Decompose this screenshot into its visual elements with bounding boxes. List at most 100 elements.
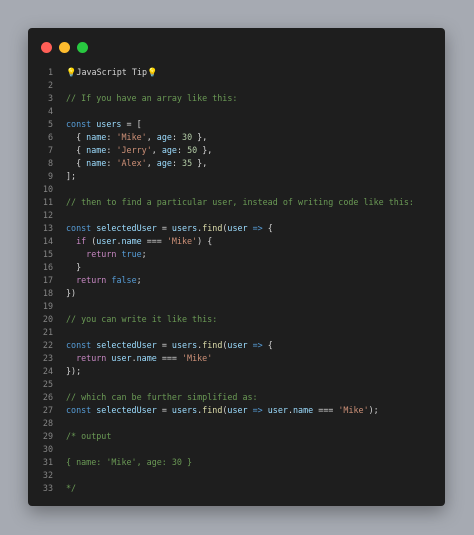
code-token: name [86,132,107,142]
code-token: ) { [197,236,213,246]
line-source: */ [66,482,76,495]
code-line: 32 [28,469,445,482]
code-line: 24}); [28,365,445,378]
code-token: }); [66,366,82,376]
code-line: 10 [28,183,445,196]
code-token: ); [368,405,379,415]
code-line: 9]; [28,170,445,183]
code-token: }) [66,288,77,298]
code-token: 'Alex' [116,158,147,168]
line-number: 6 [47,132,53,142]
maximize-button[interactable] [77,42,88,53]
code-token: = [156,340,172,350]
code-line: 21 [28,326,445,339]
line-number: 33 [42,483,53,493]
code-line: 26 // which can be further simplified as: [28,391,445,404]
code-line: 19 [28,300,445,313]
line-source: { name: 'Alex', age: 35 }, [66,157,207,170]
line-source: return user.name === 'Mike' [66,352,212,365]
code-token: // If you have an array like this: [66,93,238,103]
code-line: 22 const selectedUser = users.find(user =… [28,339,445,352]
line-source: const selectedUser = users.find(user => … [66,339,273,352]
code-token: => [252,340,263,350]
line-number: 9 [47,171,53,181]
code-token: user [267,405,288,415]
line-number: 4 [47,106,53,116]
code-line: 15 return true; [28,248,445,261]
code-token: 'Jerry' [116,145,152,155]
line-source: // then to find a particular user, inste… [66,196,414,209]
code-token: === [313,405,339,415]
code-token: { [262,223,273,233]
line-number: 8 [47,158,53,168]
line-number: 21 [42,327,53,337]
code-token: 💡JavaScript Tip💡 [66,67,158,77]
code-token: { [262,340,273,350]
code-token: => [252,405,263,415]
code-token: => [252,223,263,233]
code-token: return [76,275,107,285]
code-line: 23 return user.name === 'Mike' [28,352,445,365]
code-token: const [66,119,92,129]
minimize-button[interactable] [59,42,70,53]
line-source: }) [66,287,76,300]
code-line: 12 [28,209,445,222]
code-line: 5 const users = [ [28,118,445,131]
code-token: selectedUser [96,223,157,233]
code-token: : [106,132,117,142]
code-token: = [156,405,172,415]
code-token: : [171,132,183,142]
line-number: 2 [47,80,53,90]
line-number: 14 [42,236,53,246]
line-number: 3 [47,93,53,103]
line-number: 27 [42,405,53,415]
line-number: 1 [47,67,53,77]
code-token: age [156,158,172,168]
code-token: /* output [66,431,112,441]
code-line: 3 // If you have an array like this: [28,92,445,105]
line-number: 29 [42,431,53,441]
line-number: 19 [42,301,53,311]
code-editor[interactable]: 1 💡JavaScript Tip💡 2 3// If you have an arr… [28,66,445,495]
code-line: 31 { name: 'Mike', age: 30 } [28,456,445,469]
line-number: 11 [42,197,53,207]
code-token: ( [86,236,97,246]
code-token: selectedUser [96,340,157,350]
line-source: { name: 'Jerry', age: 50 }, [66,144,212,157]
close-button[interactable] [41,42,52,53]
code-token: : [176,145,188,155]
code-line: 1 💡JavaScript Tip💡 [28,66,445,79]
line-number: 16 [42,262,53,272]
code-line: 28 [28,417,445,430]
code-token: const [66,340,92,350]
line-source: ]; [66,170,76,183]
code-token: }, [197,145,213,155]
line-source: return false; [66,274,142,287]
code-token: // then to find a particular user, inste… [66,197,414,207]
code-token: false [111,275,137,285]
code-token: === [141,236,167,246]
line-source: return true; [66,248,147,261]
code-token: user [227,223,248,233]
code-window: 1 💡JavaScript Tip💡 2 3// If you have an arr… [28,28,445,506]
line-number: 26 [42,392,53,402]
line-number: 17 [42,275,53,285]
line-number: 23 [42,353,53,363]
code-line: 14 if (user.name === 'Mike') { [28,235,445,248]
line-number: 22 [42,340,53,350]
line-number: 5 [47,119,53,129]
code-token: : [106,158,117,168]
code-token: name [136,353,157,363]
code-token: 35 [182,158,193,168]
code-token: // which can be further simplified as: [66,392,258,402]
line-number: 12 [42,210,53,220]
code-token: 50 [187,145,198,155]
code-token: name [86,158,107,168]
code-token: }, [192,158,208,168]
code-token: user [111,353,132,363]
code-line: 17 return false; [28,274,445,287]
line-number: 18 [42,288,53,298]
code-line: 4 [28,105,445,118]
